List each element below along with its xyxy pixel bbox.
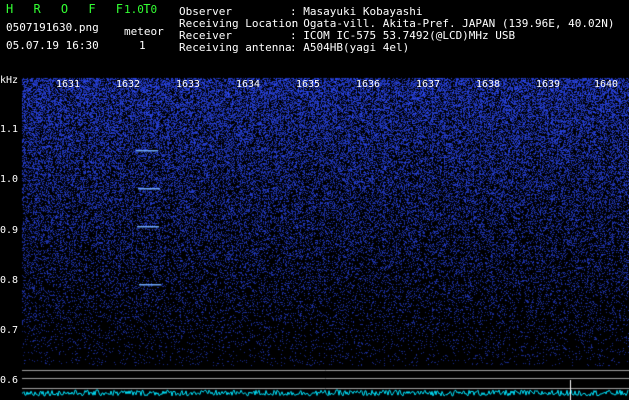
y-axis-unit: kHz	[0, 75, 19, 86]
y-tick-label: 1.1	[0, 124, 19, 135]
filename: 0507191630.png	[6, 21, 99, 34]
x-tick-label: 1638	[476, 79, 501, 90]
x-tick-label: 1634	[236, 79, 261, 90]
x-tick-label: 1636	[356, 79, 381, 90]
y-tick-label: 0.7	[0, 325, 19, 336]
x-tick-label: 1640	[594, 79, 619, 90]
x-tick-label: 1633	[176, 79, 201, 90]
mode-label: meteor	[124, 25, 164, 38]
spectrogram-canvas	[0, 74, 629, 400]
y-tick-label: 0.6	[0, 375, 19, 386]
y-tick-label: 1.0	[0, 174, 19, 185]
y-tick-label: 0.8	[0, 275, 19, 286]
timestamp: 05.07.19 16:30	[6, 39, 99, 52]
antenna-value: : A504HB(yagi 4el)	[290, 41, 410, 54]
x-tick-label: 1632	[116, 79, 141, 90]
mode-value: 1	[139, 39, 146, 52]
antenna-label: Receiving antenna	[179, 41, 292, 54]
x-tick-label: 1635	[296, 79, 321, 90]
app-version: 1.0.0	[124, 3, 158, 16]
x-tick-label: 1637	[416, 79, 441, 90]
y-tick-label: 0.9	[0, 225, 19, 236]
header-panel: H R O F F T 1.0.0 0507191630.png meteor …	[0, 0, 629, 74]
x-tick-label: 1631	[56, 79, 81, 90]
x-tick-label: 1639	[536, 79, 561, 90]
